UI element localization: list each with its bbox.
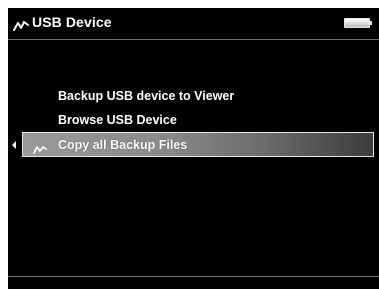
footer-divider bbox=[8, 276, 379, 277]
menu-item-browse-usb[interactable]: Browse USB Device bbox=[58, 113, 177, 127]
battery-icon bbox=[344, 18, 370, 28]
left-arrow-icon[interactable] bbox=[12, 141, 16, 149]
title-bar: USB Device bbox=[8, 8, 379, 38]
battery-tip bbox=[370, 21, 372, 25]
usb-icon bbox=[33, 141, 47, 159]
usb-icon bbox=[13, 18, 29, 36]
menu-item-copy-backup-files[interactable]: Copy all Backup Files bbox=[22, 132, 374, 157]
menu-item-label: Copy all Backup Files bbox=[58, 138, 188, 152]
menu-item-backup-usb[interactable]: Backup USB device to Viewer bbox=[58, 89, 234, 103]
device-screen: USB Device Backup USB device to Viewer B… bbox=[8, 8, 379, 289]
header-divider bbox=[8, 39, 379, 40]
page-title: USB Device bbox=[32, 14, 112, 30]
